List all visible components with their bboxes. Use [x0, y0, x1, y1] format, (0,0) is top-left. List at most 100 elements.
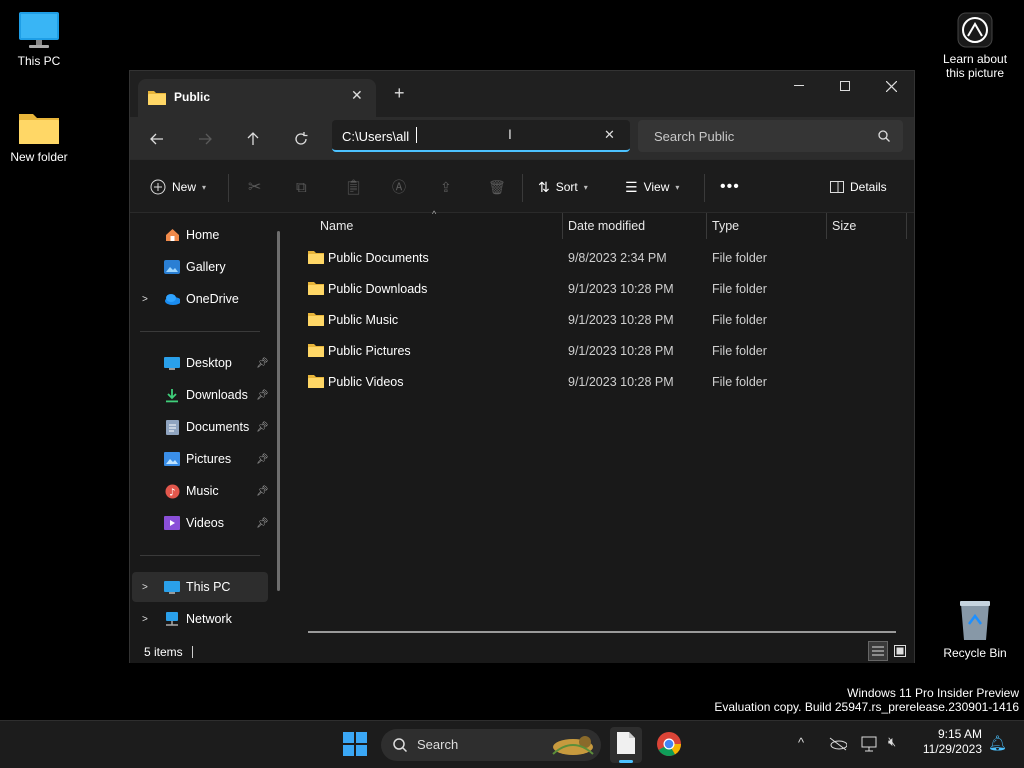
file-row[interactable]: Public Documents 9/8/2023 2:34 PM File f… [304, 243, 894, 273]
rename-button[interactable]: Ⓐ [392, 174, 406, 200]
forward-button[interactable] [189, 125, 221, 153]
file-type: File folder [712, 375, 767, 389]
cut-button[interactable]: ✂ [248, 174, 261, 200]
pin-icon[interactable]: 📌︎ [256, 486, 269, 497]
close-tab-icon[interactable]: ✕ [351, 87, 363, 104]
sidebar-item-home[interactable]: Home [132, 220, 268, 250]
folder-icon [19, 114, 59, 144]
network-status-icon[interactable] [861, 736, 879, 752]
delete-button[interactable]: 🗑︎ [488, 174, 506, 200]
chevron-right-icon: > [142, 293, 148, 305]
start-button[interactable] [342, 731, 370, 759]
taskbar-search[interactable]: Search [381, 729, 601, 761]
more-options-button[interactable]: ••• [720, 174, 740, 200]
windows-watermark: Windows 11 Pro Insider Preview Evaluatio… [714, 686, 1019, 714]
pin-icon[interactable]: 📌︎ [256, 518, 269, 529]
navigation-bar: C:\Users\all I ✕ Search Public [130, 117, 914, 159]
pin-icon[interactable]: 📌︎ [256, 422, 269, 433]
search-box[interactable]: Search Public [638, 120, 903, 152]
sidebar-item-videos[interactable]: Videos 📌︎ [132, 508, 269, 538]
column-header-size[interactable]: Size [832, 213, 908, 239]
pin-icon[interactable]: 📌︎ [256, 358, 269, 369]
file-row[interactable]: Public Pictures 9/1/2023 10:28 PM File f… [304, 336, 894, 366]
sort-button[interactable]: ⇅ Sort ▾ [538, 174, 588, 200]
up-button[interactable] [237, 125, 269, 153]
sidebar-item-label: Documents [186, 420, 250, 434]
share-button[interactable]: ⇪ [440, 174, 452, 200]
pin-icon[interactable]: 📌︎ [256, 390, 269, 401]
column-header-date[interactable]: Date modified [568, 213, 704, 239]
address-bar[interactable]: C:\Users\all I ✕ [332, 120, 630, 152]
onedrive-offline-icon[interactable] [829, 737, 847, 751]
column-divider[interactable] [826, 213, 827, 239]
sidebar-item-gallery[interactable]: Gallery [132, 252, 268, 282]
active-indicator [619, 760, 633, 763]
monitor-icon [19, 12, 59, 48]
tiles-view-button[interactable] [890, 641, 910, 661]
sidebar-item-label: Gallery [186, 260, 226, 274]
sidebar-item-downloads[interactable]: Downloads 📌︎ [132, 380, 269, 410]
desktop-icon-recycle-bin[interactable]: Recycle Bin [937, 598, 1013, 660]
music-icon: ♪ [164, 483, 180, 499]
column-divider[interactable] [906, 213, 907, 239]
taskbar-file-explorer[interactable] [610, 727, 642, 763]
notifications-bell-icon[interactable]: 🔔︎ [988, 734, 1007, 752]
navigation-scrollbar[interactable] [277, 231, 280, 591]
search-placeholder: Search Public [654, 129, 735, 144]
tab-bar: Public ✕ + [130, 71, 914, 117]
command-bar: New ▾ ✂ ⧉ 📋︎ Ⓐ ⇪ 🗑︎ ⇅ Sort ▾ ☰ View ▾ ••… [130, 159, 914, 213]
desktop-icon-new-folder[interactable]: New folder [1, 108, 77, 164]
details-pane-icon [830, 181, 844, 193]
column-header-type[interactable]: Type [712, 213, 824, 239]
pin-icon[interactable]: 📌︎ [256, 454, 269, 465]
file-type: File folder [712, 282, 767, 296]
desktop-icon-this-pc[interactable]: This PC [1, 10, 77, 68]
sidebar-item-pictures[interactable]: Pictures 📌︎ [132, 444, 269, 474]
refresh-button[interactable] [285, 125, 317, 153]
sidebar-item-network[interactable]: > Network [132, 604, 268, 634]
details-view-button[interactable] [868, 641, 888, 661]
maximize-button[interactable] [822, 71, 868, 101]
address-input[interactable]: C:\Users\all [342, 129, 409, 144]
learn-about-picture[interactable]: Learn about this picture [937, 12, 1013, 80]
sidebar-item-this-pc[interactable]: > This PC [132, 572, 268, 602]
taskbar-chrome[interactable] [656, 731, 682, 757]
file-row[interactable]: Public Music 9/1/2023 10:28 PM File fold… [304, 305, 894, 335]
column-header-name[interactable]: Name [320, 213, 560, 239]
column-label: Date modified [568, 219, 646, 233]
volume-muted-icon[interactable]: 🔇︎ [888, 734, 896, 750]
copy-button[interactable]: ⧉ [296, 174, 307, 200]
sidebar-item-onedrive[interactable]: > OneDrive [132, 284, 268, 314]
sidebar-item-label: This PC [186, 580, 231, 594]
view-button[interactable]: ☰ View ▾ [625, 174, 679, 200]
details-button[interactable]: Details [830, 174, 887, 200]
column-divider[interactable] [562, 213, 563, 239]
minimize-button[interactable] [776, 71, 822, 101]
show-hidden-icons-icon[interactable]: ^ [798, 735, 804, 750]
camera-info-icon [957, 12, 993, 48]
sidebar-item-music[interactable]: ♪ Music 📌︎ [132, 476, 269, 506]
taskbar: Search ^ 🔇︎ 9:15 AM 11/29/2023 🔔︎ [0, 720, 1024, 768]
sort-label: Sort [555, 180, 578, 194]
horizontal-scrollbar[interactable] [308, 631, 896, 633]
chevron-right-icon: > [142, 581, 148, 593]
paste-button[interactable]: 📋︎ [344, 174, 363, 200]
file-name: Public Music [328, 313, 399, 327]
file-type: File folder [712, 313, 767, 327]
back-button[interactable] [141, 125, 173, 153]
new-tab-icon[interactable]: + [394, 84, 405, 102]
sidebar-item-desktop[interactable]: Desktop 📌︎ [132, 348, 269, 378]
sidebar-item-documents[interactable]: Documents 📌︎ [132, 412, 269, 442]
clear-address-icon[interactable]: ✕ [604, 127, 615, 143]
divider [140, 555, 260, 556]
tab-public[interactable]: Public ✕ [138, 79, 376, 117]
file-row[interactable]: Public Downloads 9/1/2023 10:28 PM File … [304, 274, 894, 304]
gallery-icon [164, 259, 180, 275]
navigation-pane: Home Gallery > OneDrive Desktop 📌︎ Downl… [130, 213, 288, 641]
close-button[interactable] [868, 71, 914, 101]
new-button[interactable]: New ▾ [150, 174, 206, 200]
file-row[interactable]: Public Videos 9/1/2023 10:28 PM File fol… [304, 367, 894, 397]
column-divider[interactable] [706, 213, 707, 239]
plus-circle-icon [150, 179, 166, 195]
clock[interactable]: 9:15 AM 11/29/2023 [912, 727, 982, 757]
